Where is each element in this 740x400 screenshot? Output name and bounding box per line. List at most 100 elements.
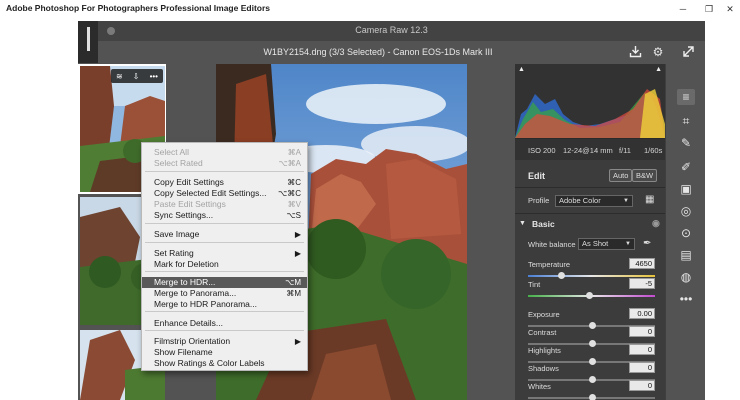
brush-icon[interactable]: ✐ xyxy=(677,159,695,175)
menu-item-shortcut: ⌥S xyxy=(286,211,301,220)
profile-browser-icon[interactable]: ▦ xyxy=(645,194,654,205)
slider-value-field[interactable]: 0 xyxy=(629,362,655,373)
wb-dropdown[interactable]: As Shot ▼ xyxy=(578,238,635,250)
exif-info: ISO 200 12-24@14 mm f/11 1/60s xyxy=(515,138,665,160)
menu-item-label: Sync Settings... xyxy=(154,210,214,220)
menu-item-label: Show Filename xyxy=(154,347,213,357)
bw-button[interactable]: B&W xyxy=(632,169,658,182)
radial-filter-icon[interactable]: ◎ xyxy=(677,203,695,219)
menu-item[interactable]: Copy Selected Edit Settings... ⌥⌘C xyxy=(142,188,307,199)
expand-icon[interactable] xyxy=(681,45,695,59)
menu-separator xyxy=(145,242,304,243)
menu-item-label: Show Ratings & Color Labels xyxy=(154,358,265,368)
os-titlebar: Adobe Photoshop For Photographers Profes… xyxy=(0,0,740,20)
save-image-icon[interactable] xyxy=(628,45,642,59)
wb-value: As Shot xyxy=(582,239,609,248)
chevron-down-icon: ▼ xyxy=(519,220,526,227)
menu-item[interactable]: Show Ratings & Color Labels xyxy=(142,358,307,369)
app-titlebar: Camera Raw 12.3 xyxy=(78,21,705,41)
slider-knob[interactable] xyxy=(558,272,566,279)
slider-value-field[interactable]: 0 xyxy=(629,380,655,391)
menu-separator xyxy=(145,330,304,331)
edit-title: Edit xyxy=(528,171,545,181)
menu-item-label: Enhance Details... xyxy=(154,318,223,328)
filmstrip-context-menu: Select All ⌘A Select Rated ⌥⌘A Copy Edit Set… xyxy=(141,142,308,371)
menu-item-label: Save Image xyxy=(154,229,200,239)
maximize-button[interactable]: ❐ xyxy=(701,2,717,16)
menu-item: Select All ⌘A xyxy=(142,147,307,158)
menu-item[interactable]: Merge to Panorama... ⌘M xyxy=(142,288,307,299)
slider-whites: Whites 0 xyxy=(515,380,665,400)
menu-item[interactable]: Show Filename xyxy=(142,347,307,358)
more-tools-icon[interactable]: ••• xyxy=(677,291,695,307)
menu-item-shortcut: ⌥⌘C xyxy=(278,189,301,198)
presets-icon[interactable]: ◍ xyxy=(677,269,695,285)
crop-icon[interactable]: ⌗ xyxy=(677,113,695,129)
menu-item[interactable]: Save Image ▶ xyxy=(142,229,307,240)
menu-item[interactable]: Enhance Details... xyxy=(142,318,307,329)
sliders-icon[interactable]: ≋ xyxy=(116,72,123,81)
submenu-arrow-icon: ▶ xyxy=(294,337,301,346)
submenu-arrow-icon: ▶ xyxy=(294,249,301,258)
gradient-icon[interactable]: ▣ xyxy=(677,181,695,197)
file-title: W1BY2154.dng (3/3 Selected) - Canon EOS-… xyxy=(263,47,493,57)
chevron-down-icon: ▼ xyxy=(623,198,629,204)
edit-panel: ▲ ▲ ISO 200 12-24@14 mm f/11 1/60s Edit … xyxy=(515,64,665,400)
basic-section-header[interactable]: ▼ Basic ◉ xyxy=(515,216,665,234)
more-icon[interactable]: ••• xyxy=(150,72,158,81)
window-dot-icon[interactable] xyxy=(107,27,115,35)
menu-item-shortcut: ⌥⌘A xyxy=(278,159,301,168)
menu-item-label: Paste Edit Settings xyxy=(154,199,226,209)
menu-item-label: Merge to Panorama... xyxy=(154,288,237,298)
profile-value: Adobe Color xyxy=(559,196,601,205)
slider-value-field[interactable]: 4650 xyxy=(629,258,655,269)
menu-item[interactable]: Copy Edit Settings ⌘C xyxy=(142,177,307,188)
menu-item: Paste Edit Settings ⌘V xyxy=(142,199,307,210)
menu-item-label: Select All xyxy=(154,147,189,157)
lens-value: 12-24@14 mm xyxy=(563,146,613,155)
slider-track[interactable] xyxy=(528,275,655,277)
export-icon[interactable]: ⇩ xyxy=(133,72,140,81)
snapshots-icon[interactable]: ▤ xyxy=(677,247,695,263)
profile-dropdown[interactable]: Adobe Color ▼ xyxy=(555,195,633,207)
slider-temperature: Temperature 4650 xyxy=(515,258,665,280)
menu-item[interactable]: Filmstrip Orientation ▶ xyxy=(142,336,307,347)
menu-item[interactable]: Merge to HDR Panorama... xyxy=(142,299,307,310)
slider-value-field[interactable]: 0 xyxy=(629,344,655,355)
eye-icon[interactable]: ◉ xyxy=(652,218,660,229)
shadow-clip-icon[interactable]: ▲ xyxy=(518,66,525,73)
eyedropper-icon[interactable]: ✒ xyxy=(643,238,651,249)
menu-item-label: Merge to HDR Panorama... xyxy=(154,299,257,309)
menu-item-shortcut: ⌥M xyxy=(285,278,301,287)
slider-label: Whites xyxy=(528,382,551,391)
auto-button[interactable]: Auto xyxy=(609,169,633,182)
edit-sliders-icon[interactable]: ≡ xyxy=(677,89,695,105)
menu-item[interactable]: Merge to HDR... ⌥M xyxy=(142,277,307,288)
aperture-value: f/11 xyxy=(619,146,631,155)
menu-item-label: Merge to HDR... xyxy=(154,277,216,287)
slider-label: Highlights xyxy=(528,346,561,355)
slider-value-field[interactable]: 0 xyxy=(629,326,655,337)
healing-icon[interactable]: ✎ xyxy=(677,135,695,151)
slider-value-field[interactable]: 0.00 xyxy=(629,308,655,319)
minimize-button[interactable]: ─ xyxy=(675,2,691,16)
red-eye-icon[interactable]: ⊙ xyxy=(677,225,695,241)
highlight-clip-icon[interactable]: ▲ xyxy=(655,66,662,73)
tool-column: ≡ ⌗ ✎ ✐ ▣ ◎ ⊙ ▤ ◍ ••• xyxy=(665,64,705,400)
slider-label: Tint xyxy=(528,280,541,289)
close-button[interactable]: ✕ xyxy=(722,2,738,16)
menu-item[interactable]: Mark for Deletion xyxy=(142,259,307,270)
histogram: ▲ ▲ xyxy=(515,64,665,138)
gear-icon[interactable]: ⚙ xyxy=(651,45,665,59)
slider-label: Contrast xyxy=(528,328,557,337)
menu-item[interactable]: Sync Settings... ⌥S xyxy=(142,210,307,221)
slider-tint: Tint -5 xyxy=(515,278,665,300)
slider-knob[interactable] xyxy=(588,394,596,400)
slider-label: Temperature xyxy=(528,260,571,269)
slider-knob[interactable] xyxy=(585,292,593,299)
menu-item[interactable]: Set Rating ▶ xyxy=(142,248,307,259)
slider-value-field[interactable]: -5 xyxy=(629,278,655,289)
chevron-down-icon: ▼ xyxy=(625,241,631,247)
menu-item-label: Copy Edit Settings xyxy=(154,177,224,187)
menu-item-label: Select Rated xyxy=(154,158,203,168)
